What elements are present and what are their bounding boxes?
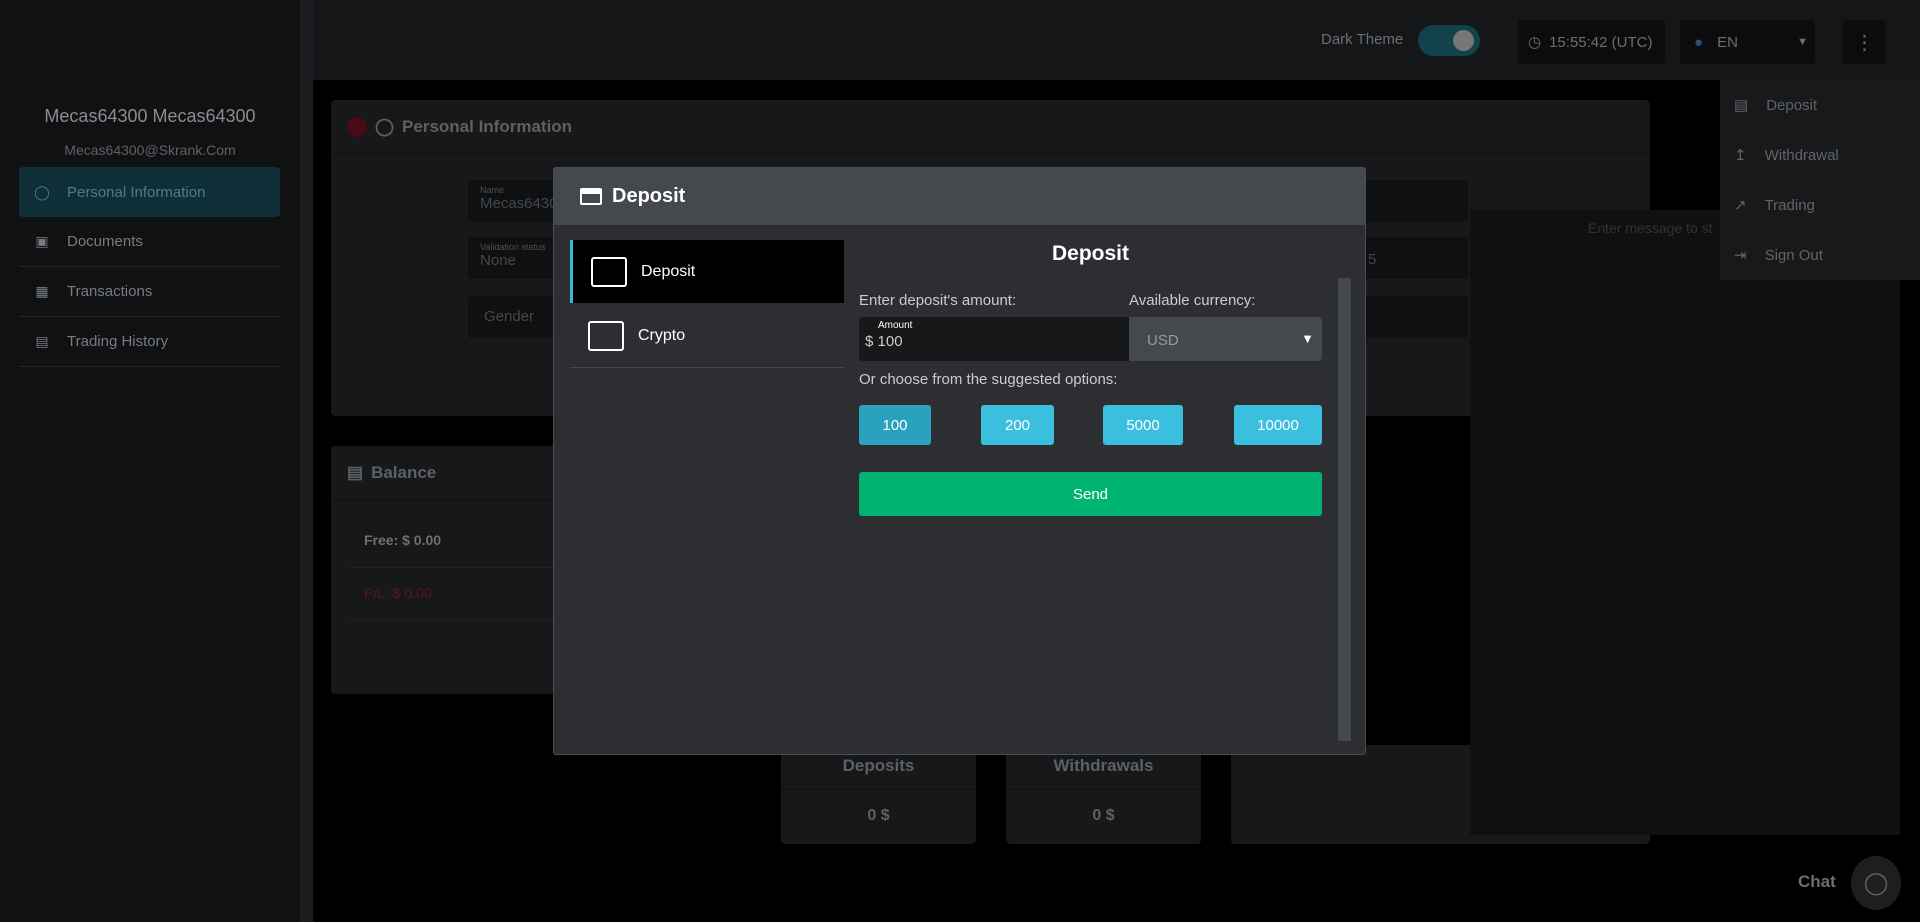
upload-icon: ↥ — [1734, 147, 1747, 164]
suggest-label: Or choose from the suggested options: — [859, 371, 1118, 388]
chat-panel: Enter message to st — [1470, 210, 1900, 835]
value: $ 0.00 — [402, 532, 442, 548]
chat-input-placeholder[interactable]: Enter message to st — [1588, 220, 1713, 236]
caret-down-icon: ▼ — [1301, 331, 1314, 346]
deposit-heading: Deposit — [1051, 242, 1129, 265]
chevron-down-icon: ▼ — [1797, 36, 1808, 48]
clock-icon: ◷ — [1528, 34, 1542, 51]
menu-label: Sign Out — [1764, 246, 1823, 264]
language-value: EN — [1717, 33, 1738, 51]
clock-display: ◷ 15:55:42 (UTC) — [1518, 20, 1665, 64]
amount-input[interactable]: Amount $ 100 — [859, 317, 1129, 361]
menu-item-sign-out[interactable]: ⇥ Sign Out — [1720, 230, 1920, 280]
pl-balance: P/L: $ 0.00 — [364, 585, 432, 601]
currency-value: USD — [1147, 332, 1179, 349]
sign-out-icon: ⇥ — [1734, 247, 1747, 264]
collapse-icon[interactable] — [347, 116, 367, 137]
sidebar-item-label: Documents — [67, 233, 143, 250]
sidebar-item-label: Trading History — [67, 333, 169, 350]
deposits-value: 0 $ — [867, 807, 890, 824]
withdrawals-card: Withdrawals 0 $ — [1006, 745, 1201, 844]
globe-icon: ● — [1694, 33, 1704, 51]
top-bar — [313, 0, 1920, 80]
menu-label: Deposit — [1766, 96, 1818, 114]
tab-crypto[interactable]: Crypto — [570, 305, 844, 368]
modal-scrollbar[interactable] — [1338, 278, 1351, 741]
user-email: Mecas64300@Skrank.Com — [64, 142, 236, 158]
option-200-button[interactable]: 200 — [981, 405, 1054, 445]
amount-value: $ 100 — [865, 333, 903, 350]
menu-item-trading[interactable]: ↗ Trading — [1720, 180, 1920, 230]
time-text: 15:55:42 (UTC) — [1549, 33, 1653, 51]
dark-theme-label: Dark Theme — [1321, 31, 1404, 48]
kebab-menu-button[interactable]: ⋮ — [1843, 20, 1886, 64]
language-select[interactable]: ● EN ▼ — [1680, 20, 1815, 64]
free-balance: Free: $ 0.00 — [364, 532, 441, 548]
chat-button[interactable]: ◯ — [1851, 856, 1901, 910]
sidebar-item-label: Transactions — [67, 283, 153, 300]
modal-header: Deposit — [554, 168, 1365, 225]
user-icon: ◯ — [375, 116, 395, 136]
menu-item-withdrawal[interactable]: ↥ Withdrawal — [1720, 130, 1920, 180]
menu-item-deposit[interactable]: ▤ Deposit — [1720, 80, 1920, 130]
sidebar-item-documents[interactable]: ▣ Documents — [19, 217, 280, 267]
sidebar-item-transactions[interactable]: ▦ Transactions — [19, 267, 280, 317]
sidebar-item-personal-information[interactable]: ◯ Personal Information — [19, 167, 280, 217]
card-header: ◯ Personal Information — [331, 100, 1650, 154]
document-icon: ▤ — [35, 333, 49, 349]
user-icon: ◯ — [34, 183, 50, 200]
deposit-modal: Deposit Deposit Crypto Deposit Enter dep… — [553, 167, 1366, 755]
sidebar-scrollbar[interactable] — [300, 0, 313, 922]
dark-theme-toggle[interactable] — [1418, 25, 1480, 56]
option-5000-button[interactable]: 5000 — [1103, 405, 1183, 445]
label: Free: — [364, 532, 399, 548]
menu-label: Trading — [1764, 196, 1815, 214]
card-title: Balance — [371, 462, 437, 482]
modal-title: Deposit — [612, 185, 686, 207]
value: $ 0.00 — [392, 585, 432, 601]
chip-icon: ▦ — [35, 283, 49, 299]
tab-label: Crypto — [638, 327, 686, 344]
archive-icon: ▣ — [35, 233, 49, 249]
send-button[interactable]: Send — [859, 472, 1322, 516]
tab-deposit[interactable]: Deposit — [570, 240, 844, 303]
amount-label: Enter deposit's amount: — [859, 292, 1017, 309]
card-title: Personal Information — [402, 116, 573, 136]
sidebar-item-label: Personal Information — [67, 183, 206, 201]
label: P/L: — [364, 585, 389, 601]
credit-card-icon — [588, 321, 624, 351]
currency-label: Available currency: — [1129, 292, 1256, 309]
card-icon — [580, 188, 602, 205]
trend-icon: ↗ — [1734, 197, 1747, 214]
sidebar-item-trading-history[interactable]: ▤ Trading History — [19, 317, 280, 367]
option-10000-button[interactable]: 10000 — [1234, 405, 1322, 445]
field-value: 5 — [1368, 251, 1377, 268]
card-icon: ▤ — [1734, 97, 1749, 114]
chat-label[interactable]: Chat — [1798, 872, 1836, 892]
amount-field-label: Amount — [878, 320, 913, 331]
briefcase-icon: ▤ — [347, 462, 364, 482]
deposits-card: Deposits 0 $ — [781, 745, 976, 844]
tab-label: Deposit — [641, 262, 696, 280]
kebab-icon: ⋮ — [1854, 31, 1875, 54]
menu-label: Withdrawal — [1764, 146, 1839, 164]
account-dropdown-menu: ▤ Deposit ↥ Withdrawal ↗ Trading ⇥ Sign Out — [1720, 80, 1920, 280]
withdrawals-value: 0 $ — [1092, 807, 1115, 824]
option-100-button[interactable]: 100 — [859, 405, 931, 445]
currency-select[interactable]: USD ▼ — [1129, 317, 1322, 361]
credit-card-icon — [591, 256, 627, 287]
chat-bubble-icon: ◯ — [1863, 870, 1889, 895]
user-name: Mecas64300 Mecas64300 — [44, 106, 256, 126]
sidebar: Mecas64300 Mecas64300 Mecas64300@Skrank.… — [0, 0, 300, 922]
